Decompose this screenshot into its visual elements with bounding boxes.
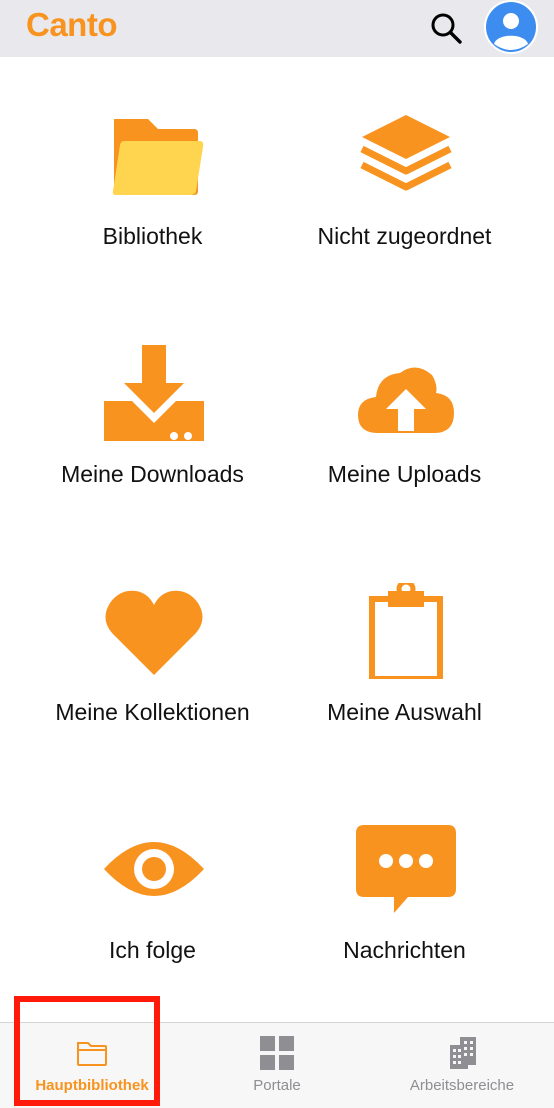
clipboard-icon xyxy=(369,583,443,679)
user-avatar-icon xyxy=(484,0,538,54)
profile-avatar-button[interactable] xyxy=(484,0,538,54)
menu-grid: Bibliothek Nicht zugeordnet Meine Downlo… xyxy=(0,57,554,1022)
layers-icon xyxy=(360,115,452,191)
tile-label: Bibliothek xyxy=(102,223,203,249)
top-bar: Canto xyxy=(0,0,554,57)
search-icon xyxy=(431,13,462,44)
tile-meine-uploads[interactable]: Meine Uploads xyxy=(266,295,543,533)
tile-ich-folge[interactable]: Ich folge xyxy=(14,771,291,1009)
grid-icon xyxy=(260,1036,294,1070)
tab-label: Hauptbibliothek xyxy=(35,1077,149,1094)
tab-hauptbibliothek[interactable]: Hauptbibliothek xyxy=(0,1023,184,1108)
download-icon xyxy=(104,345,204,441)
tile-meine-auswahl[interactable]: Meine Auswahl xyxy=(266,533,543,771)
tile-label: Meine Downloads xyxy=(61,461,244,487)
tile-meine-kollektionen[interactable]: Meine Kollektionen xyxy=(14,533,291,771)
tile-meine-downloads[interactable]: Meine Downloads xyxy=(14,295,291,533)
tile-label: Meine Auswahl xyxy=(327,699,482,725)
tile-label: Nachrichten xyxy=(343,937,466,963)
tile-nicht-zugeordnet[interactable]: Nicht zugeordnet xyxy=(266,57,543,295)
tile-label: Meine Kollektionen xyxy=(55,699,250,725)
search-button[interactable] xyxy=(428,10,464,46)
brand-logo[interactable]: Canto xyxy=(26,6,118,44)
eye-icon xyxy=(104,842,204,896)
buildings-icon xyxy=(450,1037,476,1069)
tile-nachrichten[interactable]: Nachrichten xyxy=(266,771,543,1009)
tab-label: Portale xyxy=(253,1077,301,1094)
folder-outline-icon xyxy=(77,1042,107,1066)
tile-label: Nicht zugeordnet xyxy=(317,223,492,249)
cloud-upload-icon xyxy=(358,367,454,433)
tile-label: Meine Uploads xyxy=(327,461,482,487)
heart-icon xyxy=(105,590,203,675)
bottom-tab-bar: Hauptbibliothek Portale Arbeitsbereiche xyxy=(0,1022,554,1108)
tile-label: Ich folge xyxy=(109,937,196,963)
tab-arbeitsbereiche[interactable]: Arbeitsbereiche xyxy=(370,1023,554,1108)
tab-label: Arbeitsbereiche xyxy=(409,1077,515,1094)
folder-icon xyxy=(112,119,204,195)
message-icon xyxy=(356,825,456,913)
tile-bibliothek[interactable]: Bibliothek xyxy=(14,57,291,295)
tab-portale[interactable]: Portale xyxy=(185,1023,369,1108)
app-screen: Canto Bibliothek Nicht zugeordnet Meine … xyxy=(0,0,554,1108)
